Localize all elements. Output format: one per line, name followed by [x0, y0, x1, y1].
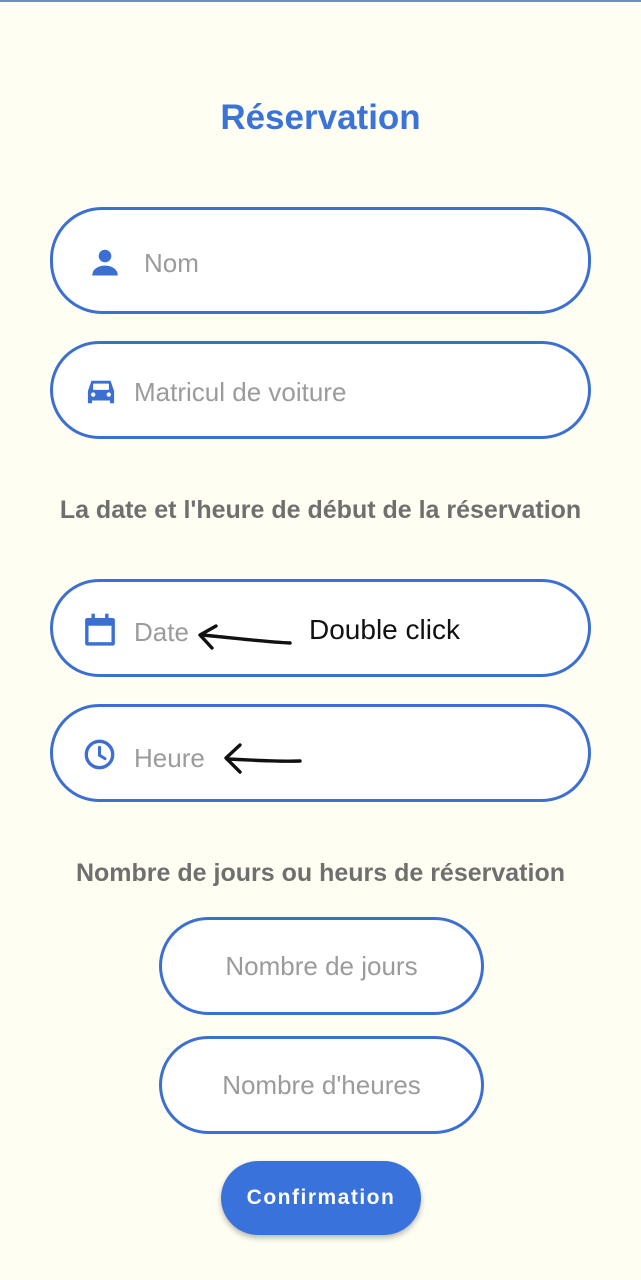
time-field[interactable]: Heure: [50, 704, 591, 802]
start-section-label: La date et l'heure de début de la réserv…: [59, 496, 582, 524]
annotation-arrow-time: [224, 743, 302, 774]
calendar-icon: [83, 612, 117, 648]
name-field[interactable]: Nom: [50, 207, 591, 314]
date-placeholder: Date: [134, 617, 189, 647]
car-icon: [84, 376, 118, 406]
time-placeholder: Heure: [134, 743, 205, 773]
name-placeholder: Nom: [144, 248, 199, 278]
clock-icon: [83, 738, 116, 771]
top-divider: [0, 0, 641, 2]
annotation-arrow-date: [198, 624, 292, 650]
car-plate-placeholder: Matricul de voiture: [134, 377, 347, 407]
page-title: Réservation: [220, 98, 421, 137]
confirm-button[interactable]: Confirmation: [221, 1161, 421, 1235]
hours-placeholder: Nombre d'heures: [222, 1069, 421, 1100]
duration-section-label: Nombre de jours ou heurs de réservation: [75, 859, 565, 887]
hours-field[interactable]: Nombre d'heures: [159, 1036, 484, 1134]
days-placeholder: Nombre de jours: [225, 950, 418, 981]
person-icon: [87, 244, 123, 280]
car-plate-field[interactable]: Matricul de voiture: [50, 341, 591, 439]
days-field[interactable]: Nombre de jours: [159, 917, 484, 1015]
annotation-text: Double click: [309, 614, 460, 645]
